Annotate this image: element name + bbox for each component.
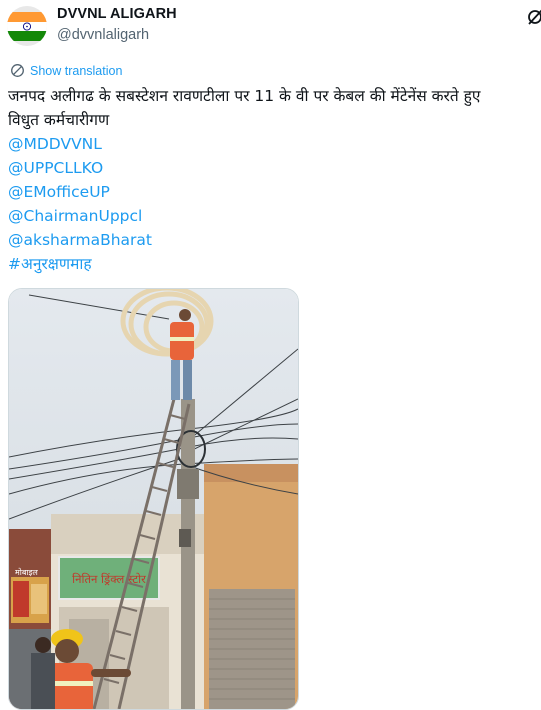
utility-pole-photo: नितिन ड्रिंक्ल स्टोर मोबाइल bbox=[9, 289, 298, 709]
handle[interactable]: @dvvnlaligarh bbox=[57, 27, 149, 43]
tweet-text-line-1: जनपद अलीगढ के सबस्टेशन रावणटीला पर 11 के… bbox=[8, 87, 481, 105]
tweet-header: DVVNL ALIGARH @dvvnlaligarh bbox=[0, 0, 541, 56]
india-flag-icon bbox=[7, 6, 47, 46]
mention-link[interactable]: @ChairmanUppcl bbox=[8, 204, 541, 228]
show-translation-label: Show translation bbox=[30, 63, 123, 78]
tweet-text-line-2: विधुत कर्मचारीगण bbox=[8, 111, 110, 129]
show-translation-link[interactable]: Show translation bbox=[10, 63, 122, 78]
mention-link[interactable]: @aksharmaBharat bbox=[8, 228, 541, 252]
mention-link[interactable]: @MDDVVNL bbox=[8, 132, 541, 156]
avatar[interactable] bbox=[7, 6, 47, 46]
poster-text: मोबाइल bbox=[15, 567, 38, 577]
grok-icon[interactable] bbox=[526, 7, 541, 27]
mention-link[interactable]: @UPPCLLKO bbox=[8, 156, 541, 180]
mention-link[interactable]: @EMofficeUP bbox=[8, 180, 541, 204]
display-name[interactable]: DVVNL ALIGARH bbox=[57, 6, 177, 22]
hashtag-link[interactable]: #अनुरक्षणमाह bbox=[8, 252, 541, 276]
globe-translate-icon bbox=[11, 64, 24, 77]
tweet-text: जनपद अलीगढ के सबस्टेशन रावणटीला पर 11 के… bbox=[8, 84, 541, 276]
tweet-photo[interactable]: नितिन ड्रिंक्ल स्टोर मोबाइल bbox=[8, 288, 299, 710]
utility-pole bbox=[181, 399, 195, 709]
